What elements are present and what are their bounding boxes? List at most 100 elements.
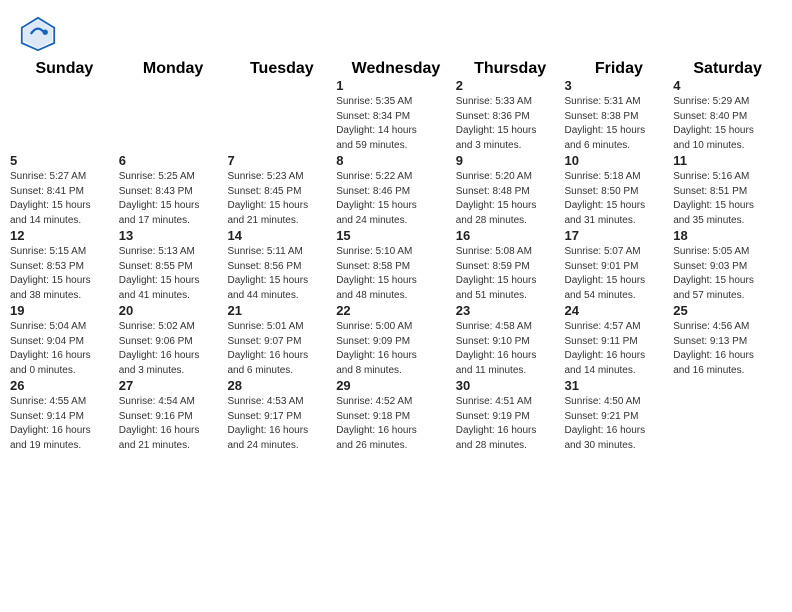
logo-icon xyxy=(20,16,56,52)
day-info: Sunrise: 5:20 AM Sunset: 8:48 PM Dayligh… xyxy=(456,170,565,228)
day-cell xyxy=(119,78,228,153)
day-cell: 22 Sunrise: 5:00 AM Sunset: 9:09 PM Dayli… xyxy=(336,303,456,378)
day-info: Sunrise: 5:16 AM Sunset: 8:51 PM Dayligh… xyxy=(673,170,782,228)
week-row-3: 12 Sunrise: 5:15 AM Sunset: 8:53 PM Dayli… xyxy=(10,228,782,303)
day-cell: 1 Sunrise: 5:35 AM Sunset: 8:34 PM Daylig… xyxy=(336,78,456,153)
day-info: Sunrise: 5:35 AM Sunset: 8:34 PM Dayligh… xyxy=(336,95,456,153)
day-number: 4 xyxy=(673,78,782,93)
week-row-5: 26Sunrise: 4:55 AM Sunset: 9:14 PM Dayli… xyxy=(10,378,782,453)
day-cell: 17 Sunrise: 5:07 AM Sunset: 9:01 PM Dayli… xyxy=(564,228,673,303)
day-cell: 20 Sunrise: 5:02 AM Sunset: 9:06 PM Dayli… xyxy=(119,303,228,378)
day-cell: 10 Sunrise: 5:18 AM Sunset: 8:50 PM Dayli… xyxy=(564,153,673,228)
day-cell: 15Sunrise: 5:10 AM Sunset: 8:58 PM Dayli… xyxy=(336,228,456,303)
page-header xyxy=(0,0,792,60)
day-cell: 6 Sunrise: 5:25 AM Sunset: 8:43 PM Daylig… xyxy=(119,153,228,228)
day-number: 10 xyxy=(564,153,673,168)
day-cell xyxy=(10,78,119,153)
day-cell: 31Sunrise: 4:50 AM Sunset: 9:21 PM Dayli… xyxy=(564,378,673,453)
day-info: Sunrise: 5:13 AM Sunset: 8:55 PM Dayligh… xyxy=(119,245,228,303)
day-number: 23 xyxy=(456,303,565,318)
day-info: Sunrise: 5:04 AM Sunset: 9:04 PM Dayligh… xyxy=(10,320,119,378)
day-info: Sunrise: 5:15 AM Sunset: 8:53 PM Dayligh… xyxy=(10,245,119,303)
day-cell: 29 Sunrise: 4:52 AM Sunset: 9:18 PM Dayli… xyxy=(336,378,456,453)
day-info: Sunrise: 4:56 AM Sunset: 9:13 PM Dayligh… xyxy=(673,320,782,378)
day-cell: 24Sunrise: 4:57 AM Sunset: 9:11 PM Dayli… xyxy=(564,303,673,378)
day-number: 29 xyxy=(336,378,456,393)
day-number: 26 xyxy=(10,378,119,393)
day-number: 31 xyxy=(564,378,673,393)
day-info: Sunrise: 5:31 AM Sunset: 8:38 PM Dayligh… xyxy=(564,95,673,153)
day-cell: 19 Sunrise: 5:04 AM Sunset: 9:04 PM Dayli… xyxy=(10,303,119,378)
day-cell xyxy=(227,78,336,153)
day-number: 9 xyxy=(456,153,565,168)
day-number: 17 xyxy=(564,228,673,243)
day-number: 3 xyxy=(564,78,673,93)
day-cell: 14 Sunrise: 5:11 AM Sunset: 8:56 PM Dayli… xyxy=(227,228,336,303)
day-number: 19 xyxy=(10,303,119,318)
day-number: 27 xyxy=(119,378,228,393)
day-info: Sunrise: 5:01 AM Sunset: 9:07 PM Dayligh… xyxy=(227,320,336,378)
day-cell: 25 Sunrise: 4:56 AM Sunset: 9:13 PM Dayli… xyxy=(673,303,782,378)
day-cell: 5 Sunrise: 5:27 AM Sunset: 8:41 PM Daylig… xyxy=(10,153,119,228)
day-info: Sunrise: 5:23 AM Sunset: 8:45 PM Dayligh… xyxy=(227,170,336,228)
day-cell: 11 Sunrise: 5:16 AM Sunset: 8:51 PM Dayli… xyxy=(673,153,782,228)
day-cell: 27 Sunrise: 4:54 AM Sunset: 9:16 PM Dayli… xyxy=(119,378,228,453)
day-info: Sunrise: 4:53 AM Sunset: 9:17 PM Dayligh… xyxy=(227,395,336,453)
day-number: 2 xyxy=(456,78,565,93)
day-info: Sunrise: 5:18 AM Sunset: 8:50 PM Dayligh… xyxy=(564,170,673,228)
day-cell: 4 Sunrise: 5:29 AM Sunset: 8:40 PM Daylig… xyxy=(673,78,782,153)
day-info: Sunrise: 5:07 AM Sunset: 9:01 PM Dayligh… xyxy=(564,245,673,303)
day-number: 20 xyxy=(119,303,228,318)
day-cell: 8 Sunrise: 5:22 AM Sunset: 8:46 PM Daylig… xyxy=(336,153,456,228)
week-row-2: 5 Sunrise: 5:27 AM Sunset: 8:41 PM Daylig… xyxy=(10,153,782,228)
weekday-header-saturday: Saturday xyxy=(673,60,782,78)
day-cell: 16 Sunrise: 5:08 AM Sunset: 8:59 PM Dayli… xyxy=(456,228,565,303)
day-info: Sunrise: 4:58 AM Sunset: 9:10 PM Dayligh… xyxy=(456,320,565,378)
day-cell: 28 Sunrise: 4:53 AM Sunset: 9:17 PM Dayli… xyxy=(227,378,336,453)
day-number: 28 xyxy=(227,378,336,393)
day-number: 1 xyxy=(336,78,456,93)
weekday-header-tuesday: Tuesday xyxy=(227,60,336,78)
day-number: 5 xyxy=(10,153,119,168)
week-row-1: 1 Sunrise: 5:35 AM Sunset: 8:34 PM Daylig… xyxy=(10,78,782,153)
day-number: 24 xyxy=(564,303,673,318)
day-info: Sunrise: 5:11 AM Sunset: 8:56 PM Dayligh… xyxy=(227,245,336,303)
day-number: 8 xyxy=(336,153,456,168)
weekday-header-wednesday: Wednesday xyxy=(336,60,456,78)
day-cell: 7 Sunrise: 5:23 AM Sunset: 8:45 PM Daylig… xyxy=(227,153,336,228)
day-cell: 9 Sunrise: 5:20 AM Sunset: 8:48 PM Daylig… xyxy=(456,153,565,228)
day-info: Sunrise: 5:02 AM Sunset: 9:06 PM Dayligh… xyxy=(119,320,228,378)
day-number: 6 xyxy=(119,153,228,168)
day-number: 12 xyxy=(10,228,119,243)
week-row-4: 19 Sunrise: 5:04 AM Sunset: 9:04 PM Dayli… xyxy=(10,303,782,378)
day-number: 15 xyxy=(336,228,456,243)
day-info: Sunrise: 4:51 AM Sunset: 9:19 PM Dayligh… xyxy=(456,395,565,453)
day-info: Sunrise: 5:25 AM Sunset: 8:43 PM Dayligh… xyxy=(119,170,228,228)
day-info: Sunrise: 4:52 AM Sunset: 9:18 PM Dayligh… xyxy=(336,395,456,453)
day-cell: 21Sunrise: 5:01 AM Sunset: 9:07 PM Dayli… xyxy=(227,303,336,378)
day-cell: 23 Sunrise: 4:58 AM Sunset: 9:10 PM Dayli… xyxy=(456,303,565,378)
day-cell: 18Sunrise: 5:05 AM Sunset: 9:03 PM Dayli… xyxy=(673,228,782,303)
day-info: Sunrise: 5:05 AM Sunset: 9:03 PM Dayligh… xyxy=(673,245,782,303)
logo xyxy=(20,16,58,52)
day-cell: 12 Sunrise: 5:15 AM Sunset: 8:53 PM Dayli… xyxy=(10,228,119,303)
weekday-header-thursday: Thursday xyxy=(456,60,565,78)
day-info: Sunrise: 5:22 AM Sunset: 8:46 PM Dayligh… xyxy=(336,170,456,228)
day-number: 30 xyxy=(456,378,565,393)
day-info: Sunrise: 5:33 AM Sunset: 8:36 PM Dayligh… xyxy=(456,95,565,153)
day-info: Sunrise: 5:29 AM Sunset: 8:40 PM Dayligh… xyxy=(673,95,782,153)
day-info: Sunrise: 5:08 AM Sunset: 8:59 PM Dayligh… xyxy=(456,245,565,303)
day-number: 16 xyxy=(456,228,565,243)
day-cell: 26Sunrise: 4:55 AM Sunset: 9:14 PM Dayli… xyxy=(10,378,119,453)
day-info: Sunrise: 5:27 AM Sunset: 8:41 PM Dayligh… xyxy=(10,170,119,228)
day-number: 14 xyxy=(227,228,336,243)
day-number: 13 xyxy=(119,228,228,243)
day-info: Sunrise: 5:00 AM Sunset: 9:09 PM Dayligh… xyxy=(336,320,456,378)
day-number: 22 xyxy=(336,303,456,318)
day-info: Sunrise: 4:54 AM Sunset: 9:16 PM Dayligh… xyxy=(119,395,228,453)
day-number: 7 xyxy=(227,153,336,168)
day-number: 25 xyxy=(673,303,782,318)
day-number: 11 xyxy=(673,153,782,168)
day-cell: 30 Sunrise: 4:51 AM Sunset: 9:19 PM Dayli… xyxy=(456,378,565,453)
day-cell xyxy=(673,378,782,453)
